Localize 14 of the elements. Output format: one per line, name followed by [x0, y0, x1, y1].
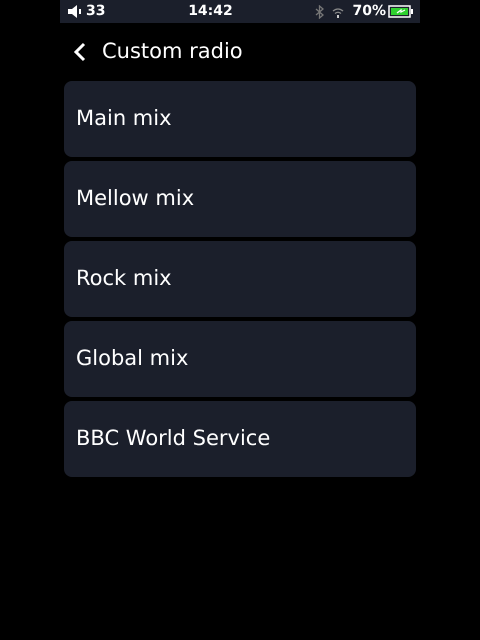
radio-station-item[interactable]: Main mix — [64, 81, 416, 157]
wifi-icon — [332, 6, 344, 18]
battery-icon — [388, 5, 414, 18]
volume-icon — [68, 5, 82, 18]
back-icon[interactable] — [74, 42, 86, 62]
volume-level: 33 — [86, 2, 106, 21]
battery-percent: 70% — [352, 2, 386, 21]
radio-station-item[interactable]: BBC World Service — [64, 401, 416, 477]
radio-station-item[interactable]: Rock mix — [64, 241, 416, 317]
bluetooth-icon — [315, 4, 324, 18]
radio-station-item[interactable]: Mellow mix — [64, 161, 416, 237]
page-title: Custom radio — [102, 38, 243, 66]
clock: 14:42 — [188, 2, 233, 21]
radio-station-item[interactable]: Global mix — [64, 321, 416, 397]
